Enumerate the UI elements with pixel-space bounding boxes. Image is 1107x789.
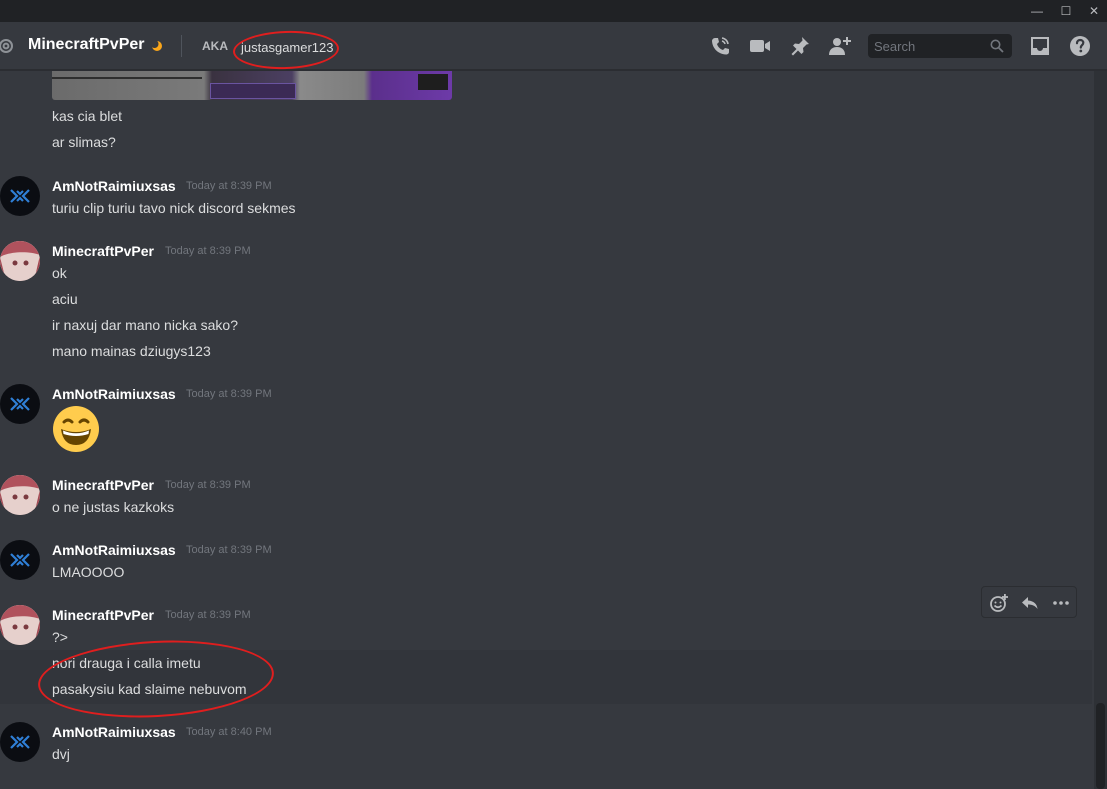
message-text: LMAOOOO: [52, 564, 125, 580]
moon-icon: [151, 40, 162, 51]
message-list[interactable]: kas cia blet ar slimas? AmNotRaimiuxsas …: [0, 71, 1092, 789]
message-text: ir naxuj dar mano nicka sako?: [52, 317, 238, 333]
avatar[interactable]: [0, 605, 40, 645]
message-author[interactable]: MinecraftPvPer: [52, 477, 154, 493]
reply-icon: [1022, 597, 1038, 609]
message-text: ok: [52, 265, 67, 281]
add-reaction-icon: [990, 594, 1008, 612]
search-box[interactable]: [868, 34, 1012, 58]
message-text: kas cia blet: [52, 108, 123, 124]
message-actions-toolbar: [981, 586, 1077, 618]
message-timestamp: Today at 8:39 PM: [165, 609, 251, 621]
grinning-emoji-icon: [53, 406, 99, 452]
avatar[interactable]: [0, 384, 40, 424]
avatar[interactable]: [0, 722, 40, 762]
minimize-button[interactable]: —: [1023, 0, 1051, 22]
message-timestamp: Today at 8:39 PM: [165, 245, 251, 257]
channel-name: MinecraftPvPer: [28, 36, 145, 53]
add-reaction-button[interactable]: [987, 591, 1011, 615]
search-icon[interactable]: [990, 39, 1004, 53]
more-icon: [1053, 601, 1069, 605]
search-input[interactable]: [868, 34, 986, 58]
scrollbar-track[interactable]: [1094, 71, 1107, 789]
at-icon: [0, 39, 13, 53]
add-friend-icon[interactable]: [828, 34, 852, 58]
message-author[interactable]: MinecraftPvPer: [52, 243, 154, 259]
message-timestamp: Today at 8:39 PM: [186, 544, 272, 556]
message-text: mano mainas dziugys123: [52, 343, 211, 359]
message-timestamp: Today at 8:40 PM: [186, 726, 272, 738]
help-icon[interactable]: [1068, 34, 1092, 58]
message-author[interactable]: AmNotRaimiuxsas: [52, 724, 176, 740]
message-author[interactable]: MinecraftPvPer: [52, 607, 154, 623]
channel-header: MinecraftPvPer AKA justasgamer123: [0, 22, 1107, 70]
scrollbar-thumb[interactable]: [1096, 703, 1105, 789]
maximize-button[interactable]: ☐: [1052, 0, 1080, 22]
more-options-button[interactable]: [1049, 591, 1073, 615]
inbox-icon[interactable]: [1028, 34, 1052, 58]
call-icon[interactable]: [708, 34, 732, 58]
message-text: aciu: [52, 291, 78, 307]
pin-icon[interactable]: [788, 34, 812, 58]
aka-label: AKA: [202, 39, 228, 53]
message-author[interactable]: AmNotRaimiuxsas: [52, 178, 176, 194]
message-timestamp: Today at 8:39 PM: [165, 479, 251, 491]
avatar[interactable]: [0, 540, 40, 580]
message-text: ?>: [52, 629, 68, 645]
message-text: turiu clip turiu tavo nick discord sekme…: [52, 200, 296, 216]
message-text: o ne justas kazkoks: [52, 499, 175, 515]
avatar[interactable]: [0, 176, 40, 216]
message-author[interactable]: AmNotRaimiuxsas: [52, 386, 176, 402]
reply-button[interactable]: [1018, 591, 1042, 615]
message-text: pasakysiu kad slaime nebuvom: [52, 681, 247, 697]
message-author[interactable]: AmNotRaimiuxsas: [52, 542, 176, 558]
message-timestamp: Today at 8:39 PM: [186, 180, 272, 192]
avatar[interactable]: [0, 475, 40, 515]
message-timestamp: Today at 8:39 PM: [186, 388, 272, 400]
embedded-screenshot[interactable]: [52, 71, 452, 100]
close-button[interactable]: ✕: [1080, 0, 1107, 22]
header-divider: [181, 35, 182, 57]
message-text: nori drauga i calla imetu: [52, 655, 201, 671]
aka-nickname: justasgamer123: [241, 40, 334, 55]
window-titlebar: — ☐ ✕: [0, 0, 1107, 22]
video-icon[interactable]: [748, 34, 772, 58]
message-text: dvj: [52, 746, 70, 762]
message-text: ar slimas?: [52, 134, 116, 150]
avatar[interactable]: [0, 241, 40, 281]
